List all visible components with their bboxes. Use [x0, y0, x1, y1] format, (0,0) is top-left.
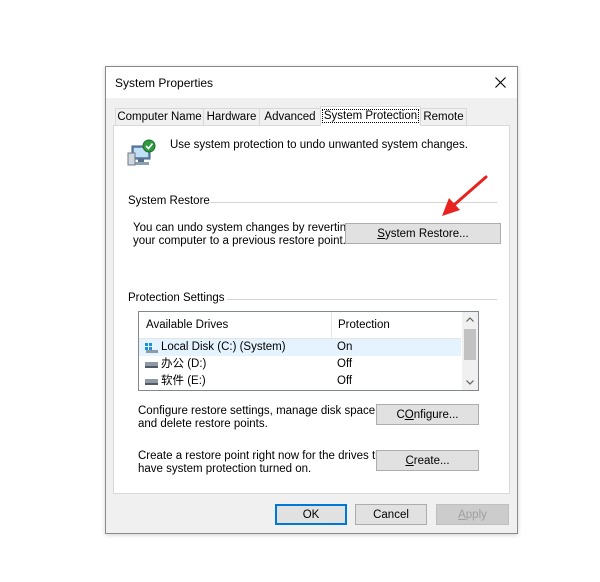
- mnemonic: C: [405, 455, 414, 467]
- ok-button[interactable]: OK: [275, 504, 347, 525]
- mnemonic: O: [404, 409, 414, 421]
- close-button[interactable]: [483, 67, 517, 97]
- system-restore-desc-1: You can undo system changes by reverting: [133, 222, 353, 234]
- tab-remote[interactable]: Remote: [420, 108, 467, 125]
- scroll-up-icon[interactable]: [466, 317, 474, 322]
- configure-button[interactable]: COnfigure...: [376, 404, 479, 425]
- drive-name: 软件 (E:): [161, 375, 206, 387]
- tab-label: Hardware: [206, 111, 257, 123]
- tab-label: Advanced: [264, 111, 316, 123]
- tab-label: Computer Name: [117, 111, 202, 123]
- button-label: Cancel: [373, 509, 409, 521]
- close-icon: [495, 77, 506, 88]
- system-restore-heading: System Restore: [128, 195, 210, 207]
- drive-icon: [145, 379, 158, 385]
- drive-protection: Off: [337, 358, 353, 370]
- annotation-arrow-icon: [442, 175, 488, 216]
- drive-row[interactable]: 软件 (E:) Off: [139, 373, 461, 390]
- system-drive-icon: [145, 343, 158, 353]
- button-label: C: [396, 409, 405, 421]
- drive-row[interactable]: 办公 (D:) Off: [139, 356, 461, 373]
- list-header: Available Drives Protection: [139, 312, 461, 339]
- column-available-drives[interactable]: Available Drives: [146, 319, 228, 331]
- tab-label: System Protection: [321, 109, 420, 123]
- drive-row[interactable]: Local Disk (C:) (System) On: [139, 339, 461, 356]
- drives-list[interactable]: Available Drives Protection Local Disk (…: [138, 311, 479, 391]
- protection-settings-heading: Protection Settings: [128, 292, 225, 304]
- tab-hardware[interactable]: Hardware: [203, 108, 260, 125]
- scroll-thumb[interactable]: [464, 329, 476, 360]
- tab-system-protection[interactable]: System Protection: [320, 106, 421, 126]
- drive-name: 办公 (D:): [161, 358, 207, 370]
- button-label: OK: [302, 509, 320, 521]
- column-protection[interactable]: Protection: [338, 319, 390, 331]
- configure-desc-1: Configure restore settings, manage disk …: [138, 405, 379, 417]
- drive-icon: [145, 362, 158, 368]
- window-title: System Properties: [115, 76, 214, 90]
- tab-label: Remote: [423, 111, 464, 123]
- create-button[interactable]: Create...: [376, 450, 479, 471]
- apply-button[interactable]: Apply: [436, 504, 509, 525]
- drives-scrollbar[interactable]: [462, 312, 478, 390]
- mnemonic: S: [377, 228, 385, 240]
- system-properties-window: System Properties Computer Name Hardware…: [105, 66, 518, 534]
- button-label: pply: [465, 509, 487, 521]
- group-divider: [227, 299, 497, 300]
- tab-computer-name[interactable]: Computer Name: [115, 108, 204, 125]
- system-restore-button[interactable]: System Restore...: [345, 223, 501, 244]
- system-restore-desc-2: your computer to a previous restore poin…: [133, 235, 346, 247]
- drive-protection: On: [337, 341, 353, 353]
- title-bar: System Properties: [106, 67, 517, 98]
- drive-protection: Off: [337, 375, 353, 387]
- intro-text: Use system protection to undo unwanted s…: [170, 139, 468, 151]
- column-separator[interactable]: [331, 312, 332, 338]
- create-desc-1: Create a restore point right now for the…: [138, 450, 392, 462]
- configure-desc-2: and delete restore points.: [138, 418, 268, 430]
- button-label: reate...: [413, 455, 450, 467]
- button-label: ystem Restore...: [384, 228, 469, 240]
- system-protection-icon: [127, 139, 156, 166]
- drive-name: Local Disk (C:) (System): [161, 341, 286, 353]
- scroll-down-icon[interactable]: [466, 380, 474, 385]
- mnemonic: A: [458, 509, 466, 521]
- cancel-button[interactable]: Cancel: [355, 504, 427, 525]
- tab-advanced[interactable]: Advanced: [259, 108, 321, 125]
- create-desc-2: have system protection turned on.: [138, 463, 312, 475]
- button-label: nfigure...: [413, 409, 459, 421]
